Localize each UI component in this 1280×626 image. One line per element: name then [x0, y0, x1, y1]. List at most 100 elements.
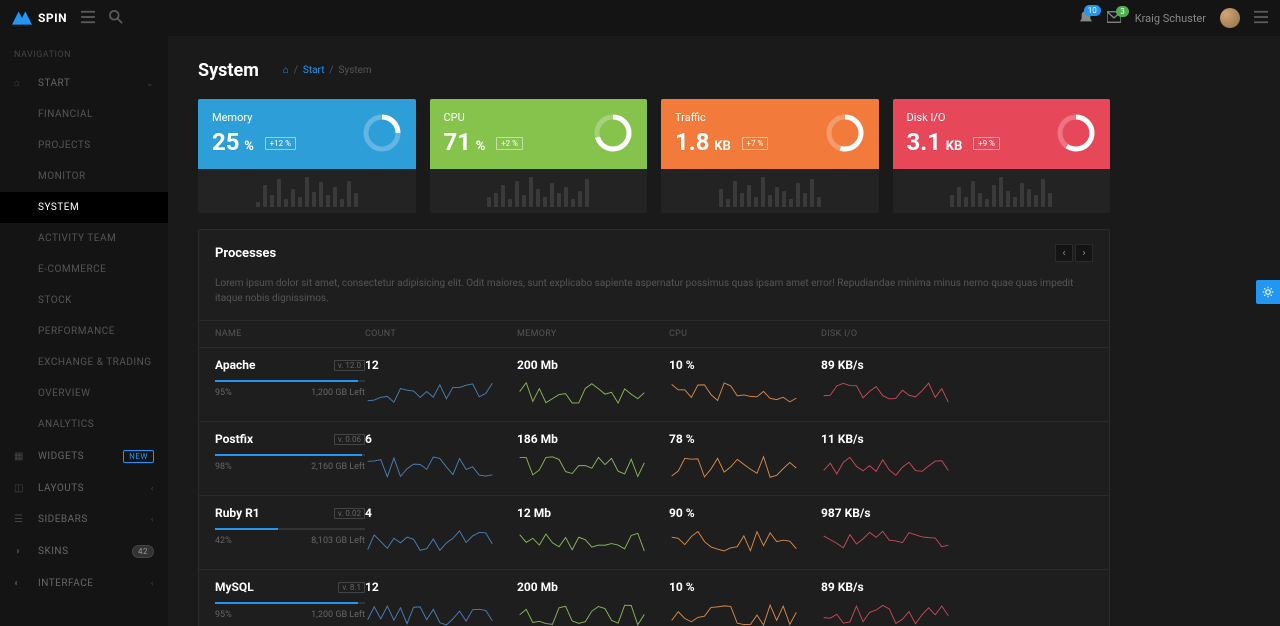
- gear-icon: [1262, 286, 1274, 298]
- sparkline: [365, 526, 495, 556]
- cell-count: 4: [365, 506, 517, 559]
- card-change: +2 %: [496, 137, 523, 150]
- card-top: Disk I/O 3.1 KB +9 %: [893, 99, 1111, 169]
- settings-tab[interactable]: [1256, 280, 1280, 304]
- spark-bar: [319, 182, 323, 207]
- menu-toggle-icon[interactable]: [81, 10, 95, 27]
- card-sparkline: [430, 169, 648, 213]
- sidebar-item-analytics[interactable]: ANALYTICS: [0, 409, 168, 440]
- sidebar-item-projects[interactable]: PROJECTS: [0, 130, 168, 161]
- table-header: NAME COUNT MEMORY CPU DISK I/O: [199, 320, 1109, 348]
- card-value: 71: [444, 128, 472, 156]
- stat-card-traffic[interactable]: Traffic 1.8 KB +7 %: [661, 99, 879, 213]
- topbar: SPIN 10 3 Kraig Schuster: [0, 0, 1280, 36]
- chevron-left-icon: ‹: [151, 515, 154, 525]
- progress-bar: [215, 380, 365, 382]
- sidebar-item-stock[interactable]: STOCK: [0, 285, 168, 316]
- brand-text: SPIN: [38, 11, 67, 25]
- spark-bar: [817, 197, 821, 207]
- spark-bar: [494, 193, 498, 207]
- sidebar-item-exchange-trading[interactable]: EXCHANGE & TRADING: [0, 347, 168, 378]
- col-disk: DISK I/O: [821, 329, 973, 339]
- breadcrumb-home-icon[interactable]: ⌂: [283, 65, 289, 76]
- chevron-left-icon: ‹: [151, 484, 154, 494]
- chevron-left-icon: ‹: [151, 579, 154, 589]
- spark-bar: [326, 195, 330, 207]
- right-menu-icon[interactable]: [1254, 10, 1268, 27]
- card-unit: KB: [946, 139, 963, 154]
- search-icon[interactable]: [109, 10, 123, 27]
- spark-bar: [543, 197, 547, 207]
- process-pct: 98%: [215, 462, 232, 472]
- sidebar-item-e-commerce[interactable]: E-COMMERCE: [0, 254, 168, 285]
- sparkline: [365, 600, 495, 626]
- prev-button[interactable]: ‹: [1055, 244, 1073, 262]
- spark-bar: [571, 199, 575, 207]
- spark-bar: [256, 202, 260, 207]
- next-button[interactable]: ›: [1075, 244, 1093, 262]
- breadcrumb-start[interactable]: Start: [303, 65, 325, 76]
- sparkline: [365, 452, 495, 482]
- cell-cpu: 78 %: [669, 432, 821, 485]
- nav-section-header: NAVIGATION: [0, 36, 168, 68]
- card-sparkline: [198, 169, 416, 213]
- avatar[interactable]: [1220, 8, 1240, 28]
- nav-label: INTERFACE: [38, 578, 93, 589]
- nav-layouts[interactable]: ◫ LAYOUTS ‹: [0, 473, 168, 504]
- cell-cpu: 10 %: [669, 580, 821, 626]
- notif-badge: 10: [1084, 5, 1101, 16]
- spark-bar: [557, 193, 561, 207]
- nav-skins[interactable]: ◑ SKINS 42: [0, 535, 168, 568]
- spark-bar: [775, 187, 779, 207]
- spark-bar: [1020, 183, 1024, 207]
- home-icon: ⌂: [14, 78, 28, 89]
- spark-bar: [789, 199, 793, 207]
- sidebar-item-performance[interactable]: PERFORMANCE: [0, 316, 168, 347]
- spark-bar: [810, 179, 814, 207]
- sparkline: [517, 452, 647, 482]
- sidebar-item-monitor[interactable]: MONITOR: [0, 161, 168, 192]
- process-name: Ruby R1: [215, 506, 260, 520]
- col-count: COUNT: [365, 329, 517, 339]
- process-version: v. 0.02: [334, 508, 365, 519]
- nav-start[interactable]: ⌂ START ⌄: [0, 68, 168, 99]
- nav-widgets[interactable]: ▦ WIDGETS NEW: [0, 440, 168, 473]
- spark-bar: [487, 197, 491, 207]
- table-row: Apache v. 12.0 95% 1,200 GB Left 12 200 …: [199, 348, 1109, 422]
- progress-ring: [593, 113, 633, 153]
- sidebar-item-overview[interactable]: OVERVIEW: [0, 378, 168, 409]
- cell-cpu: 10 %: [669, 358, 821, 411]
- spark-bar: [585, 179, 589, 207]
- mail-icon[interactable]: 3: [1107, 11, 1121, 26]
- spark-bar: [270, 195, 274, 207]
- logo-icon: [12, 11, 32, 25]
- notifications-icon[interactable]: 10: [1079, 10, 1093, 27]
- sparkline: [821, 378, 951, 408]
- stat-card-cpu[interactable]: CPU 71 % +2 %: [430, 99, 648, 213]
- spark-bar: [796, 183, 800, 207]
- nav-sidebars[interactable]: ☰ SIDEBARS ‹: [0, 504, 168, 535]
- spark-bar: [1027, 189, 1031, 207]
- stat-card-memory[interactable]: Memory 25 % +12 %: [198, 99, 416, 213]
- panel-title: Processes: [215, 246, 276, 261]
- sparkline: [821, 452, 951, 482]
- card-top: Traffic 1.8 KB +7 %: [661, 99, 879, 169]
- spark-bar: [578, 191, 582, 207]
- topbar-right: 10 3 Kraig Schuster: [1079, 8, 1268, 28]
- card-unit: %: [244, 139, 254, 154]
- cell-cpu: 90 %: [669, 506, 821, 559]
- logo[interactable]: SPIN: [12, 11, 67, 25]
- spark-bar: [1013, 197, 1017, 207]
- username[interactable]: Kraig Schuster: [1135, 12, 1206, 25]
- spark-bar: [354, 193, 358, 207]
- spark-bar: [726, 199, 730, 207]
- sparkline: [821, 600, 951, 626]
- col-name: NAME: [215, 329, 365, 339]
- process-info: Ruby R1 v. 0.02 42% 8,103 GB Left: [215, 506, 365, 546]
- sidebar-item-activity-team[interactable]: ACTIVITY TEAM: [0, 223, 168, 254]
- spark-bar: [340, 199, 344, 207]
- sidebar-item-financial[interactable]: FINANCIAL: [0, 99, 168, 130]
- stat-card-disk-i-o[interactable]: Disk I/O 3.1 KB +9 %: [893, 99, 1111, 213]
- nav-interface[interactable]: ◐ INTERFACE ‹: [0, 568, 168, 599]
- sidebar-item-system[interactable]: SYSTEM: [0, 192, 168, 223]
